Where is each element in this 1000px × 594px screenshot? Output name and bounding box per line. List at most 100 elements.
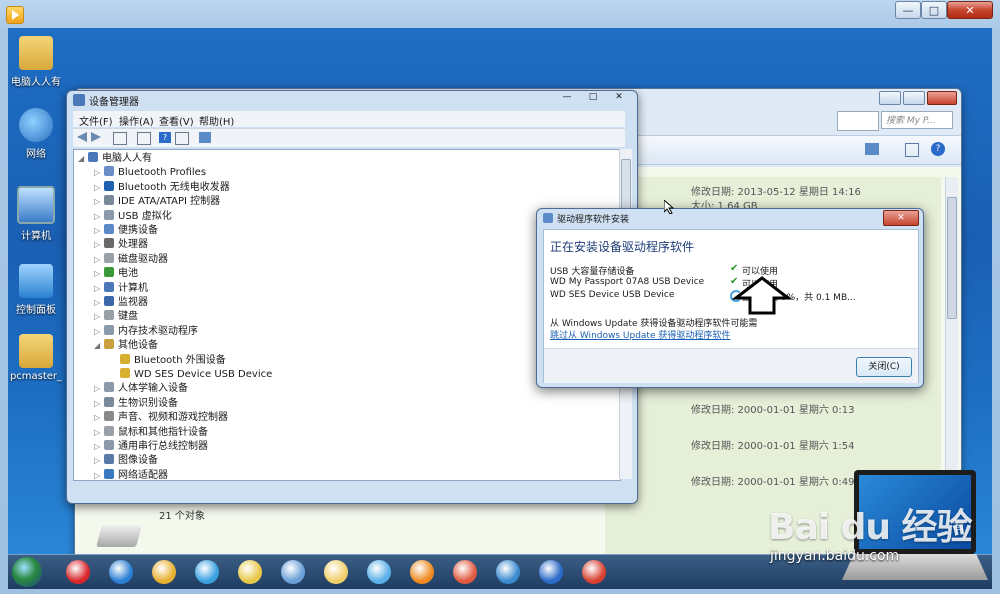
tree-item[interactable]: ▷ Bluetooth 无线电收发器 xyxy=(94,180,230,195)
scrollbar-thumb[interactable] xyxy=(947,197,957,319)
menu-file[interactable]: 文件(F) xyxy=(79,113,113,128)
tree-item-label: 电池 xyxy=(118,268,138,280)
tree-item[interactable]: ▷ 人体学输入设备 xyxy=(94,382,188,396)
taskbar-item[interactable] xyxy=(445,558,485,586)
expand-arrow-icon[interactable]: ▷ xyxy=(94,253,104,267)
tree-item[interactable]: ▷ 处理器 xyxy=(94,238,148,252)
expand-arrow-icon[interactable]: ▷ xyxy=(94,238,104,252)
scan-icon[interactable] xyxy=(137,132,151,145)
paint-icon xyxy=(453,560,477,584)
expand-arrow-icon[interactable]: ▷ xyxy=(94,166,104,180)
tree-item[interactable]: ▷ 便携设备 xyxy=(94,224,158,238)
tree-item[interactable]: ▷ 图像设备 xyxy=(94,454,158,468)
back-icon[interactable] xyxy=(77,132,87,142)
close-dialog-button[interactable]: 关闭(C) xyxy=(856,357,912,377)
taskbar-item[interactable] xyxy=(402,558,442,586)
menu-help[interactable]: 帮助(H) xyxy=(199,113,234,128)
tree-item[interactable]: ▷ 鼠标和其他指针设备 xyxy=(94,425,208,440)
preview-pane-icon[interactable] xyxy=(905,143,919,157)
device-category-icon xyxy=(104,252,114,263)
expand-arrow-icon[interactable]: ▷ xyxy=(94,210,104,224)
tree-item[interactable]: ▷ 监视器 xyxy=(94,296,148,310)
taskbar-item[interactable] xyxy=(273,558,313,586)
tree-item[interactable]: ▷ 键盘 xyxy=(94,310,138,324)
expand-arrow-icon[interactable]: ▷ xyxy=(94,454,104,468)
expand-arrow-icon[interactable]: ▷ xyxy=(94,411,104,425)
taskbar-item[interactable] xyxy=(316,558,356,586)
start-button[interactable] xyxy=(12,557,42,587)
device-name: WD My Passport 07A8 USB Device xyxy=(550,277,705,287)
help-icon[interactable]: ? xyxy=(931,142,945,156)
close-button[interactable]: ✕ xyxy=(607,92,631,106)
expand-arrow-icon[interactable]: ▷ xyxy=(94,282,104,296)
collapse-arrow-icon[interactable]: ◢ xyxy=(78,152,88,166)
desktop-icon-user-folder[interactable]: 电脑人人有 xyxy=(8,36,64,88)
refresh-button[interactable] xyxy=(837,111,879,131)
tree-item[interactable]: ▷ 内存技术驱动程序 xyxy=(94,324,198,339)
tree-item[interactable]: ▷ 网络适配器 xyxy=(94,468,168,481)
expand-arrow-icon[interactable]: ▷ xyxy=(94,195,104,209)
close-button[interactable]: ✕ xyxy=(883,210,919,226)
tree-item[interactable]: ▷ Bluetooth Profiles xyxy=(94,166,206,180)
expand-arrow-icon[interactable]: ▷ xyxy=(94,267,104,281)
taskbar-item[interactable] xyxy=(144,558,184,586)
expand-arrow-icon[interactable]: ▷ xyxy=(94,382,104,396)
maximize-button[interactable]: □ xyxy=(921,1,947,19)
update-driver-icon[interactable] xyxy=(199,132,211,143)
desktop-icon-computer[interactable]: 计算机 xyxy=(8,186,64,242)
expand-arrow-icon[interactable]: ▷ xyxy=(94,397,104,411)
forward-icon[interactable] xyxy=(91,132,101,142)
desktop-icon-pcmaster[interactable]: pcmaster_ xyxy=(8,334,64,382)
view-options-icon[interactable] xyxy=(865,143,879,155)
taskbar-item[interactable] xyxy=(58,558,98,586)
taskbar-item[interactable] xyxy=(101,558,141,586)
taskbar-item[interactable] xyxy=(531,558,571,586)
tree-item[interactable]: ▷ 声音、视频和游戏控制器 xyxy=(94,411,228,425)
tree-item[interactable]: ▷ 电池 xyxy=(94,267,138,281)
tree-item[interactable]: Bluetooth 外围设备 xyxy=(110,353,226,368)
desktop-icon-control-panel[interactable]: 控制面板 xyxy=(8,264,64,316)
menu-view[interactable]: 查看(V) xyxy=(159,113,194,128)
tree-item[interactable]: ▷ 计算机 xyxy=(94,281,148,296)
expand-arrow-icon[interactable]: ▷ xyxy=(94,469,104,480)
tree-item-label: 磁盘驱动器 xyxy=(118,253,168,265)
taskbar-item[interactable] xyxy=(488,558,528,586)
taskbar-item[interactable] xyxy=(574,558,614,586)
expand-arrow-icon[interactable]: ▷ xyxy=(94,310,104,324)
minimize-button[interactable] xyxy=(879,91,901,105)
show-hidden-icon[interactable] xyxy=(175,132,189,145)
close-button[interactable]: ✕ xyxy=(947,1,993,19)
expand-arrow-icon[interactable]: ▷ xyxy=(94,440,104,454)
desktop-icon-network[interactable]: 网络 xyxy=(8,108,64,160)
maximize-button[interactable] xyxy=(903,91,925,105)
tree-item[interactable]: ◢ 其他设备 xyxy=(94,339,158,353)
expand-arrow-icon[interactable]: ▷ xyxy=(94,224,104,238)
minimize-button[interactable]: — xyxy=(555,92,579,106)
remote-icon xyxy=(496,560,520,584)
tree-item[interactable]: ▷ IDE ATA/ATAPI 控制器 xyxy=(94,195,220,209)
search-input[interactable]: 搜索 My P... xyxy=(881,111,953,129)
taskbar-item[interactable] xyxy=(187,558,227,586)
tree-item[interactable]: ▷ 生物识别设备 xyxy=(94,396,178,411)
close-button[interactable] xyxy=(927,91,957,105)
tree-item-label: 网络适配器 xyxy=(118,469,168,481)
help-icon[interactable]: ? xyxy=(159,132,171,143)
properties-icon[interactable] xyxy=(113,132,127,145)
tree-item[interactable]: ◢ 电脑人人有 xyxy=(78,152,152,166)
taskbar-item[interactable] xyxy=(230,558,270,586)
expand-arrow-icon[interactable]: ▷ xyxy=(94,325,104,339)
menu-action[interactable]: 操作(A) xyxy=(119,113,154,128)
expand-arrow-icon[interactable]: ▷ xyxy=(94,426,104,440)
tree-item[interactable]: WD SES Device USB Device xyxy=(110,368,272,382)
tree-item[interactable]: ▷ 磁盘驱动器 xyxy=(94,252,168,267)
collapse-arrow-icon[interactable]: ◢ xyxy=(94,339,104,353)
skip-windows-update-link[interactable]: 跳过从 Windows Update 获得驱动程序软件 xyxy=(550,328,730,341)
expand-arrow-icon[interactable]: ▷ xyxy=(94,181,104,195)
tree-item[interactable]: ▷ USB 虚拟化 xyxy=(94,209,172,224)
expand-arrow-icon[interactable]: ▷ xyxy=(94,296,104,310)
tree-item[interactable]: ▷ 通用串行总线控制器 xyxy=(94,440,208,454)
maximize-button[interactable]: □ xyxy=(581,92,605,106)
device-category-icon xyxy=(120,368,130,378)
taskbar-item[interactable] xyxy=(359,558,399,586)
minimize-button[interactable]: — xyxy=(895,1,921,19)
